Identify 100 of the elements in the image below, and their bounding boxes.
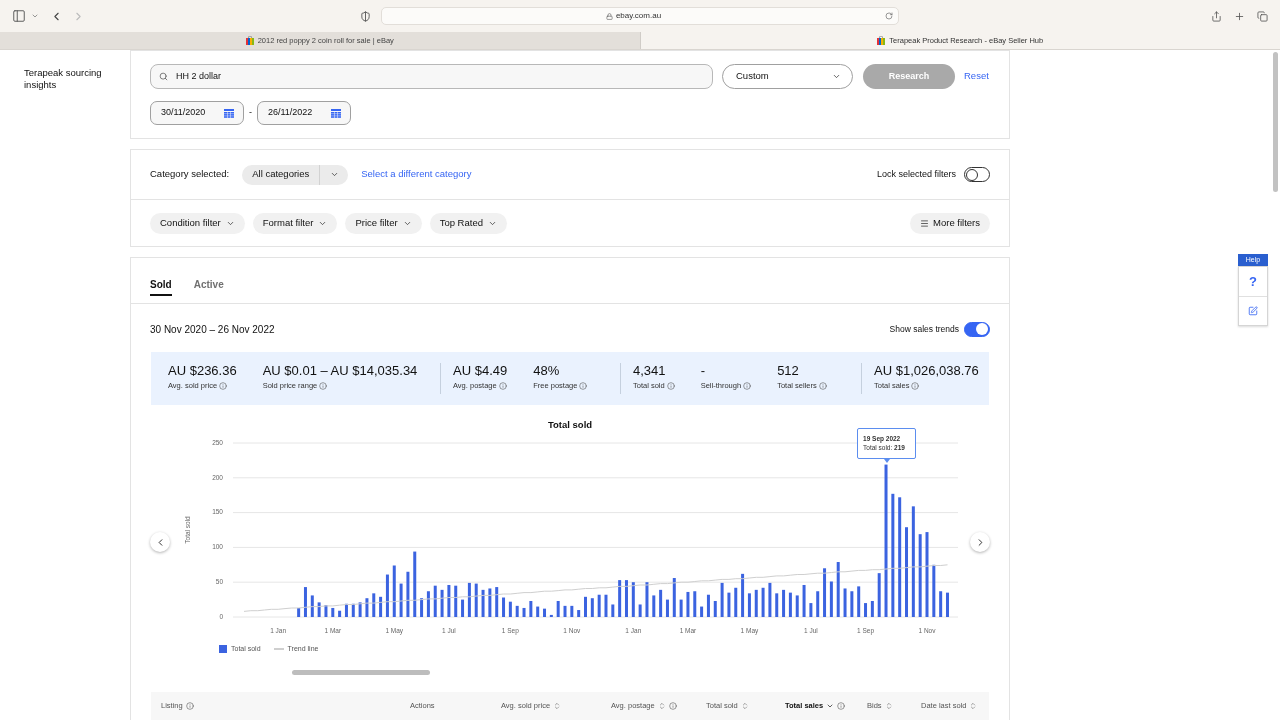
chevron-down-icon[interactable] xyxy=(31,12,39,20)
reload-icon[interactable] xyxy=(885,12,893,20)
chart-bar[interactable] xyxy=(461,599,465,617)
chart-bar[interactable] xyxy=(324,605,328,617)
chart-bar[interactable] xyxy=(297,607,301,617)
chart-bar[interactable] xyxy=(741,573,745,617)
lock-filters-toggle[interactable] xyxy=(964,167,990,182)
chart-bar[interactable] xyxy=(488,588,492,617)
chart-bar[interactable] xyxy=(570,605,574,617)
chart-bar[interactable] xyxy=(665,599,669,617)
chart-bar[interactable] xyxy=(823,568,827,617)
category-dropdown[interactable]: All categories xyxy=(242,164,349,185)
chart-bar[interactable] xyxy=(850,591,854,617)
tabs-icon[interactable] xyxy=(1257,10,1268,22)
chart-bar[interactable] xyxy=(659,589,663,617)
chart-bar[interactable] xyxy=(618,580,622,617)
change-category-link[interactable]: Select a different category xyxy=(361,167,472,182)
chart-bar[interactable] xyxy=(385,574,389,617)
chart-bar[interactable] xyxy=(331,607,335,617)
chart-bar[interactable] xyxy=(604,594,608,617)
chart-bar[interactable] xyxy=(877,573,881,617)
filter-dropdown[interactable]: Price filter xyxy=(345,212,422,234)
chart-bar[interactable] xyxy=(474,583,478,617)
chart-bar[interactable] xyxy=(809,603,813,617)
shield-icon[interactable] xyxy=(360,10,371,22)
sidebar-icon[interactable] xyxy=(12,9,26,23)
chart-bar[interactable] xyxy=(508,601,512,617)
chart-bar[interactable] xyxy=(631,582,635,617)
date-field[interactable]: 30/11/2020 xyxy=(150,101,244,125)
chart-bar[interactable] xyxy=(706,594,710,617)
chart-bar[interactable] xyxy=(911,506,915,617)
chart-bar[interactable] xyxy=(529,601,533,617)
chart-bar[interactable] xyxy=(795,595,799,617)
chart-bar[interactable] xyxy=(440,589,444,617)
chart-bar[interactable] xyxy=(481,589,485,617)
chart-bar[interactable] xyxy=(652,595,656,617)
feedback-icon[interactable] xyxy=(1248,306,1258,316)
address-bar[interactable]: ebay.com.au xyxy=(381,7,899,25)
chart-bar[interactable] xyxy=(720,582,724,617)
chart-bar[interactable] xyxy=(638,604,642,617)
chart-bar[interactable] xyxy=(747,593,751,617)
chart-bar[interactable] xyxy=(754,589,758,617)
date-field[interactable]: 26/11/2022 xyxy=(257,101,351,125)
chart-bar[interactable] xyxy=(939,591,943,617)
chart-bar[interactable] xyxy=(399,583,403,617)
chart-bar[interactable] xyxy=(946,592,949,617)
chart-bar[interactable] xyxy=(802,585,806,617)
chart-bar[interactable] xyxy=(590,598,594,617)
filter-dropdown[interactable]: Top Rated xyxy=(429,212,507,234)
previous-button[interactable] xyxy=(150,532,170,552)
chart-bar[interactable] xyxy=(932,564,936,617)
chart-bar[interactable] xyxy=(829,581,833,617)
chart-bar[interactable] xyxy=(870,601,874,617)
chart-bar[interactable] xyxy=(843,588,847,617)
chart-bar[interactable] xyxy=(884,464,888,617)
chart-bar[interactable] xyxy=(788,592,792,617)
chart-bar[interactable] xyxy=(522,607,526,617)
chart-bar[interactable] xyxy=(734,587,738,617)
chart-bar[interactable] xyxy=(611,604,615,617)
chart-bar[interactable] xyxy=(816,591,820,617)
chart-bar[interactable] xyxy=(775,593,779,617)
chart-bar[interactable] xyxy=(672,578,676,617)
chart-bar[interactable] xyxy=(365,598,369,617)
chart-bar[interactable] xyxy=(686,591,690,617)
plus-icon[interactable] xyxy=(1234,10,1245,22)
scrollbar-thumb[interactable] xyxy=(1273,52,1278,192)
next-button[interactable] xyxy=(970,532,990,552)
chart-bar[interactable] xyxy=(447,585,451,617)
more-filters-button[interactable]: More filters xyxy=(910,212,990,234)
chart-bar[interactable] xyxy=(768,582,772,617)
chart-bar[interactable] xyxy=(351,603,355,617)
chart-bar[interactable] xyxy=(433,585,437,617)
chart-bar[interactable] xyxy=(836,562,840,617)
chart-bar[interactable] xyxy=(372,593,376,617)
chart-bar[interactable] xyxy=(344,603,348,617)
chart-bar[interactable] xyxy=(502,597,506,617)
chart-bar[interactable] xyxy=(467,582,471,617)
chart-bar[interactable] xyxy=(317,602,321,617)
chart-bar[interactable] xyxy=(597,594,601,617)
sidebar-title[interactable]: Terapeak sourcing insights xyxy=(24,67,114,91)
results-tab[interactable]: Sold xyxy=(150,277,172,296)
chart-bar[interactable] xyxy=(857,586,861,617)
chart-bar[interactable] xyxy=(891,493,895,617)
chart-bar[interactable] xyxy=(864,603,868,617)
chart-bar[interactable] xyxy=(536,606,540,617)
chart-bar[interactable] xyxy=(392,565,396,617)
chart-bar[interactable] xyxy=(925,532,929,617)
chart-bar[interactable] xyxy=(761,587,765,617)
chart-bar[interactable] xyxy=(406,571,410,617)
chart-bar[interactable] xyxy=(426,591,430,617)
chart-bar[interactable] xyxy=(713,601,717,617)
filter-dropdown[interactable]: Condition filter xyxy=(150,212,245,234)
period-dropdown[interactable]: Custom xyxy=(722,64,853,89)
share-icon[interactable] xyxy=(1211,10,1222,22)
chart-bar[interactable] xyxy=(549,614,553,617)
chart-bar[interactable] xyxy=(338,610,342,617)
chart-bar[interactable] xyxy=(782,589,786,617)
search-field[interactable]: HH 2 dollar xyxy=(150,64,713,89)
filter-dropdown[interactable]: Format filter xyxy=(252,212,338,234)
chart-bar[interactable] xyxy=(679,599,683,617)
